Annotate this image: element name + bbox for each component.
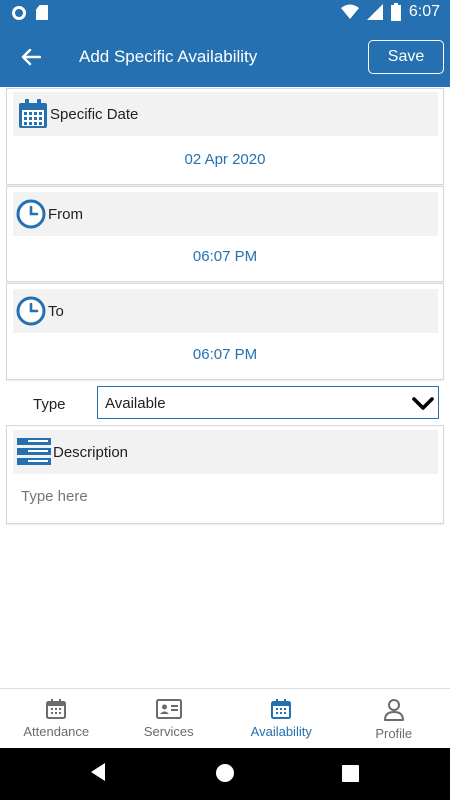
nav-services[interactable]: Services [113,689,226,748]
wifi-icon [340,4,359,19]
status-bar: 6:07 [0,0,450,26]
description-card: Description [6,425,444,524]
page-title: Add Specific Availability [79,47,258,66]
specific-date-card[interactable]: Specific Date 02 Apr 2020 [6,88,444,185]
status-time: 6:07 [408,3,440,20]
nav-availability[interactable]: Availability [225,689,338,748]
nav-services-label: Services [143,724,194,739]
system-nav-bar [0,748,450,800]
nav-attendance-label: Attendance [23,724,90,739]
recents-square-icon[interactable] [342,765,359,782]
bottom-nav: Attendance Services Availability Profile [0,688,450,748]
type-selected-value: Available [105,395,166,412]
signal-icon [366,4,383,20]
description-input[interactable] [21,488,421,505]
battery-icon [390,3,401,21]
clock-icon [16,199,46,229]
specific-date-label: Specific Date [50,106,139,123]
specific-date-value[interactable]: 02 Apr 2020 [7,151,443,168]
app-bar: Add Specific Availability Save [0,26,450,87]
chevron-down-icon [412,397,434,410]
from-card[interactable]: From 06:07 PM [6,186,444,282]
arrow-left-icon [21,48,41,66]
nav-profile[interactable]: Profile [338,689,450,748]
nav-availability-label: Availability [250,724,312,739]
from-header: From [13,192,438,236]
person-icon [383,699,404,721]
list-icon [17,438,51,465]
description-label: Description [53,444,129,461]
home-circle-icon[interactable] [215,763,235,783]
sim-card-icon [36,5,48,20]
description-header: Description [13,430,438,474]
from-label: From [48,206,83,223]
calendar-icon [271,699,292,719]
to-time-value[interactable]: 06:07 PM [7,346,443,363]
to-header: To [13,289,438,333]
nav-attendance[interactable]: Attendance [0,689,113,748]
specific-date-header: Specific Date [13,92,438,136]
notification-circle-icon [12,5,26,20]
type-select[interactable]: Available [97,386,439,419]
id-card-icon [155,699,182,719]
back-button[interactable] [14,40,48,74]
calendar-icon [19,99,47,128]
nav-profile-label: Profile [375,726,413,741]
to-label: To [48,303,64,320]
back-triangle-icon[interactable] [89,762,107,782]
to-card[interactable]: To 06:07 PM [6,283,444,380]
clock-icon [16,296,46,326]
from-time-value[interactable]: 06:07 PM [7,248,443,265]
calendar-icon [46,699,67,719]
save-button[interactable]: Save [368,40,444,74]
type-label: Type [33,396,66,413]
